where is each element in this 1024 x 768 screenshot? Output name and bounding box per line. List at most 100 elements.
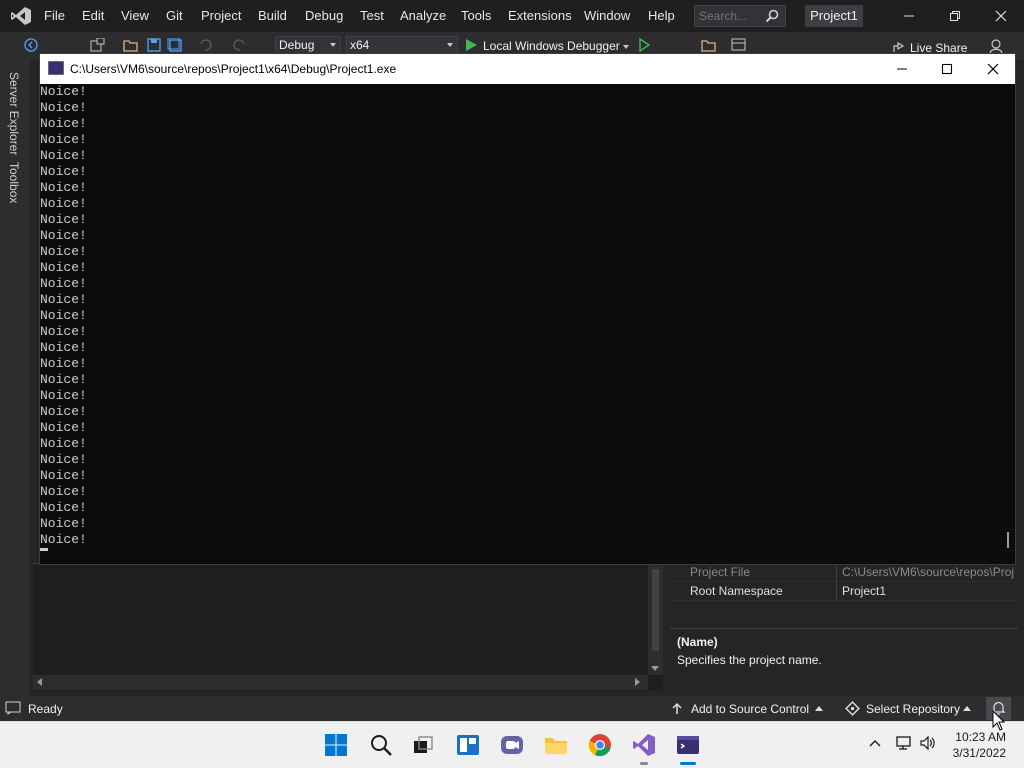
select-repository-button[interactable]: Select Repository (866, 702, 960, 716)
debugger-chevron-icon[interactable] (623, 45, 629, 49)
local-windows-debugger-button[interactable]: Local Windows Debugger (483, 39, 620, 53)
save-icon[interactable] (146, 38, 162, 52)
new-project-icon[interactable] (89, 38, 105, 52)
visual-studio-logo-icon (11, 7, 31, 25)
console-line: Noice! (40, 116, 87, 131)
open-folder-icon[interactable] (123, 38, 139, 52)
console-line: Noice! (40, 372, 87, 387)
active-indicator (680, 762, 696, 765)
task-view-icon[interactable] (410, 732, 436, 758)
vs-close-icon[interactable] (993, 8, 1009, 24)
property-description: (Name) Specifies the project name. (670, 628, 1018, 690)
windows-start-icon[interactable] (323, 732, 349, 758)
search-icon[interactable] (368, 732, 394, 758)
teams-chat-icon[interactable] (499, 732, 525, 758)
vs-restore-icon[interactable] (947, 8, 963, 24)
output-horizontal-scrollbar[interactable] (33, 675, 648, 690)
console-line: Noice! (40, 244, 87, 259)
menu-edit[interactable]: Edit (82, 8, 104, 23)
chevron-down-icon (330, 43, 336, 47)
console-maximize-icon[interactable] (938, 60, 956, 78)
git-repository-icon (845, 701, 860, 716)
console-line: Noice! (40, 484, 87, 499)
console-line: Noice! (40, 500, 87, 515)
search-input[interactable] (695, 6, 761, 26)
menu-view[interactable]: View (121, 8, 149, 23)
chevron-up-icon[interactable] (815, 706, 823, 711)
left-tool-tabs: Server Explorer Toolbox (0, 60, 30, 696)
description-title: (Name) (677, 635, 718, 649)
server-explorer-tab[interactable]: Server Explorer (7, 72, 21, 155)
menu-analyze[interactable]: Analyze (400, 8, 446, 23)
console-close-icon[interactable] (984, 60, 1002, 78)
undo-icon[interactable] (197, 38, 213, 52)
configuration-value: Debug (279, 38, 315, 52)
menu-git[interactable]: Git (166, 8, 183, 23)
search-box[interactable] (694, 5, 786, 27)
redo-icon[interactable] (232, 38, 248, 52)
property-key: Root Namespace (690, 584, 783, 598)
folder-view-icon[interactable] (701, 38, 717, 52)
console-line: Noice! (40, 132, 87, 147)
terminal-icon[interactable] (675, 732, 701, 758)
description-text: Specifies the project name. (677, 653, 822, 667)
console-scrollbar[interactable] (1000, 84, 1015, 564)
volume-icon[interactable] (919, 735, 937, 751)
menu-project[interactable]: Project (201, 8, 241, 23)
project-name-badge[interactable]: Project1 (805, 5, 863, 27)
scroll-left-arrow-icon[interactable] (37, 678, 42, 686)
vs-minimize-icon[interactable] (901, 8, 917, 24)
menu-extensions[interactable]: Extensions (508, 8, 572, 23)
menu-window[interactable]: Window (584, 8, 630, 23)
visual-studio-icon[interactable] (631, 732, 657, 758)
status-bar: Ready Add to Source Control Select Repos… (0, 696, 1024, 721)
property-value[interactable]: Project1 (842, 584, 1018, 598)
console-line: Noice! (40, 356, 87, 371)
property-row[interactable]: Root Namespace Project1 (670, 582, 1018, 601)
console-line: Noice! (40, 260, 87, 275)
file-explorer-icon[interactable] (543, 732, 569, 758)
toolbox-tab[interactable]: Toolbox (7, 162, 21, 203)
output-vertical-scrollbar[interactable] (648, 563, 663, 675)
scrollbar-thumb[interactable] (652, 569, 659, 651)
widgets-icon[interactable] (455, 732, 481, 758)
console-line: Noice! (40, 164, 87, 179)
network-icon[interactable] (894, 735, 912, 751)
console-cursor (40, 548, 48, 551)
status-text: Ready (28, 702, 63, 716)
output-panel (33, 563, 663, 691)
menu-build[interactable]: Build (258, 8, 287, 23)
console-line: Noice! (40, 100, 87, 115)
property-row[interactable]: Project File C:\Users\VM6\source\repos\P… (670, 563, 1018, 582)
start-without-debugging-icon[interactable] (637, 38, 651, 52)
property-value: C:\Users\VM6\source\repos\Proj (842, 565, 1015, 579)
console-line: Noice! (40, 292, 87, 307)
console-line: Noice! (40, 340, 87, 355)
chevron-up-icon[interactable] (963, 706, 971, 711)
property-divider (836, 582, 837, 601)
start-debugging-icon[interactable] (464, 38, 478, 52)
console-window[interactable]: C:\Users\VM6\source\repos\Project1\x64\D… (39, 53, 1016, 565)
console-title-bar[interactable]: C:\Users\VM6\source\repos\Project1\x64\D… (40, 54, 1015, 84)
back-arrow-icon[interactable] (24, 38, 40, 52)
menu-tools[interactable]: Tools (461, 8, 491, 23)
console-line: Noice! (40, 212, 87, 227)
console-minimize-icon[interactable] (893, 60, 911, 78)
scrollbar-thumb[interactable] (1007, 532, 1009, 548)
system-clock[interactable]: 10:23 AM 3/31/2022 (953, 729, 1006, 761)
save-all-icon[interactable] (167, 38, 183, 52)
scroll-right-arrow-icon[interactable] (635, 678, 640, 686)
search-icon (765, 9, 779, 23)
menu-file[interactable]: File (44, 8, 65, 23)
menu-test[interactable]: Test (360, 8, 384, 23)
add-to-source-control-button[interactable]: Add to Source Control (691, 702, 809, 716)
layout-icon[interactable] (731, 38, 747, 52)
status-message-icon (5, 701, 21, 715)
menu-debug[interactable]: Debug (305, 8, 343, 23)
scroll-down-arrow-icon[interactable] (651, 666, 659, 671)
live-share-icon[interactable] (892, 40, 906, 54)
chevron-up-icon[interactable] (868, 738, 882, 748)
chrome-icon[interactable] (587, 732, 613, 758)
menu-help[interactable]: Help (648, 8, 675, 23)
feedback-icon[interactable] (988, 38, 1004, 54)
